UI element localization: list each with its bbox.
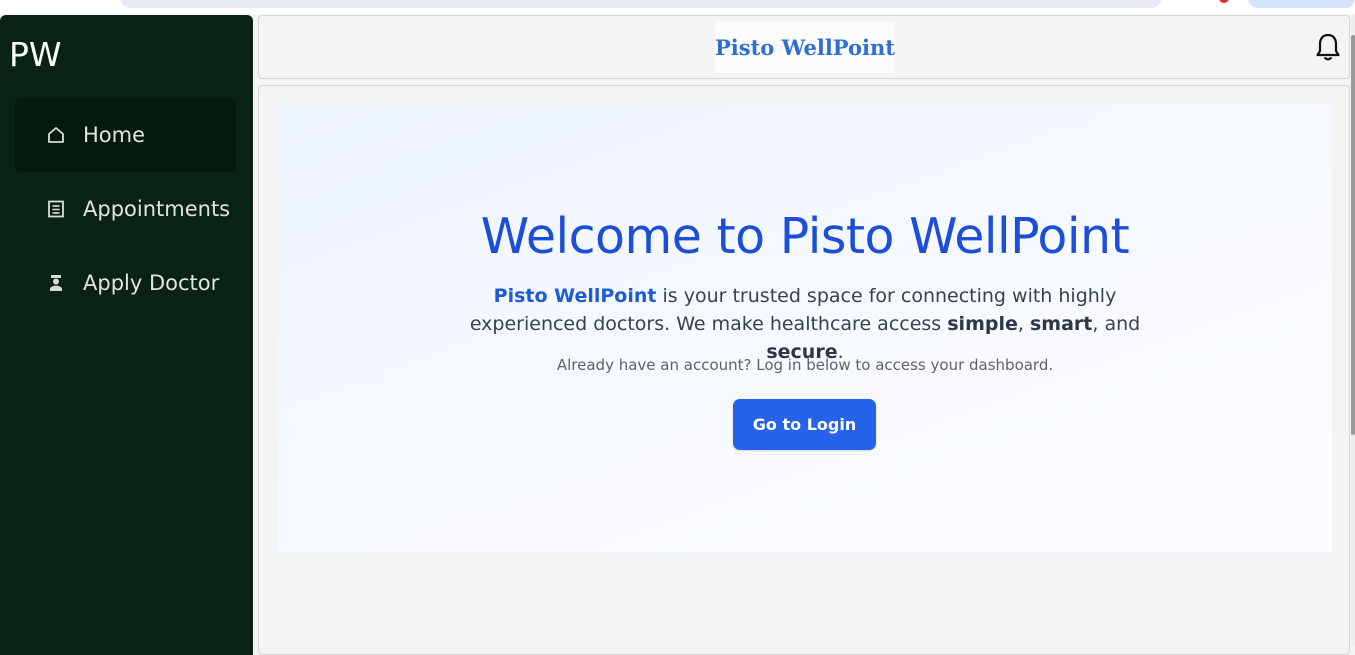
top-header: Pisto WellPoint — [258, 15, 1350, 79]
page-scrollbar[interactable] — [1351, 15, 1355, 645]
description-separator: , and — [1092, 313, 1141, 335]
browser-address-bar[interactable] — [120, 0, 1162, 8]
scrollbar-thumb[interactable] — [1351, 35, 1355, 435]
brand-highlight: Pisto WellPoint — [493, 285, 657, 307]
brand-box: Pisto WellPoint — [715, 21, 895, 73]
keyword-simple: simple — [947, 313, 1018, 335]
doctor-icon — [45, 272, 67, 294]
hero-description: Pisto WellPoint is your trusted space fo… — [458, 282, 1152, 366]
login-prompt-text: Already have an account? Log in below to… — [556, 356, 1054, 374]
brand-title: Pisto WellPoint — [715, 34, 895, 60]
welcome-hero: Welcome to Pisto WellPoint Pisto WellPoi… — [278, 104, 1332, 552]
home-icon — [45, 124, 67, 146]
keyword-smart: smart — [1029, 313, 1093, 335]
main-content: Welcome to Pisto WellPoint Pisto WellPoi… — [258, 85, 1350, 655]
list-icon — [45, 198, 67, 220]
description-separator: , — [1017, 313, 1030, 335]
sidebar: PW Home Appointments Apply Doctor — [0, 15, 253, 655]
sidebar-item-apply-doctor[interactable]: Apply Doctor — [15, 246, 236, 320]
hero-title: Welcome to Pisto WellPoint — [480, 208, 1130, 265]
go-to-login-button[interactable]: Go to Login — [733, 399, 876, 450]
app-logo: PW — [9, 35, 62, 74]
sidebar-item-home[interactable]: Home — [15, 98, 236, 172]
sidebar-item-appointments[interactable]: Appointments — [15, 172, 236, 246]
browser-top-strip — [0, 0, 1355, 14]
sidebar-item-label: Apply Doctor — [83, 271, 220, 295]
bell-icon[interactable] — [1313, 31, 1343, 63]
sidebar-item-label: Home — [83, 123, 146, 147]
sidebar-item-label: Appointments — [83, 197, 231, 221]
browser-indicator-dot — [1219, 0, 1229, 3]
browser-profile-pill[interactable] — [1248, 0, 1355, 8]
